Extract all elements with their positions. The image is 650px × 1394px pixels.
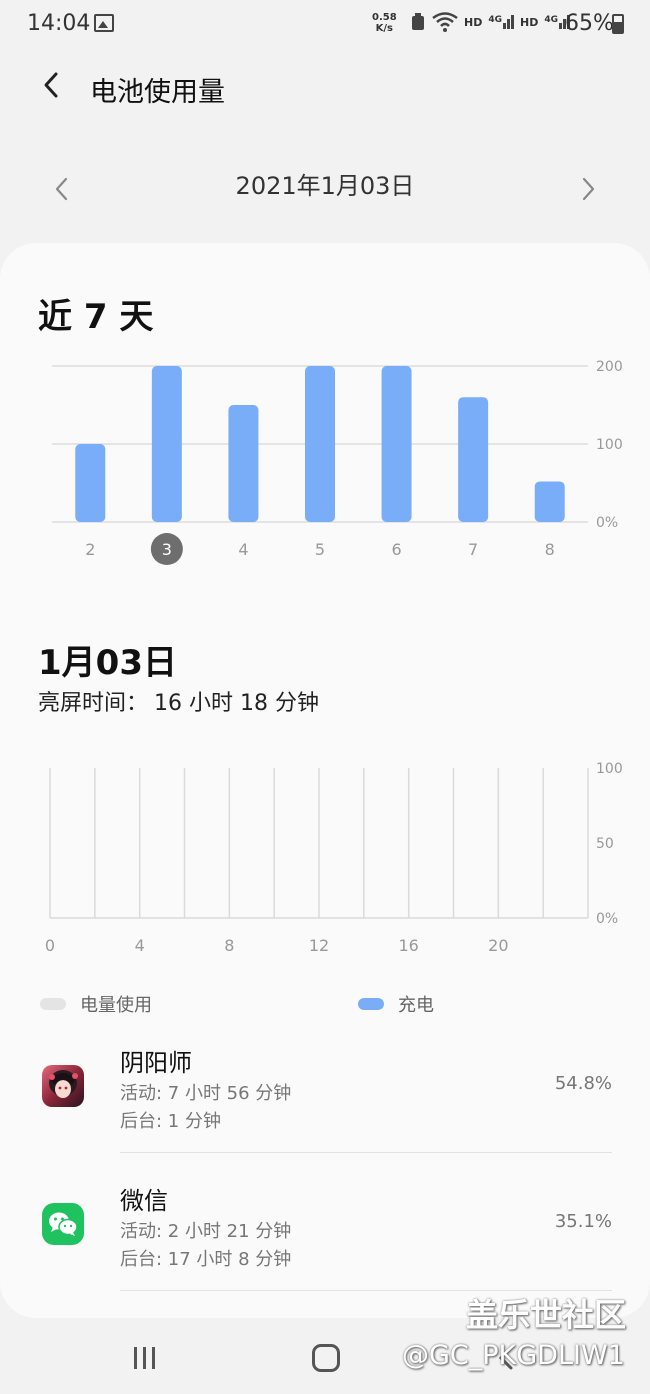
x-tick-label: 4 [135,936,145,955]
y-tick-label: 100 [596,761,623,777]
x-tick-label: 4 [238,540,248,559]
legend-usage: 电量使用 [40,991,152,1017]
onmyoji-app-icon [42,1065,84,1107]
bar [534,481,565,522]
recycle-icon [412,13,424,30]
page-title: 电池使用量 [90,77,225,108]
app-background-time: 后台: 1 分钟 [120,1111,221,1132]
weekly-usage-chart: 0% 100 200 2 3 4 5 6 7 8 [52,359,623,565]
bar [381,366,412,522]
signal-bar-icon [559,23,562,29]
recent-apps-icon[interactable] [132,1346,158,1370]
charging-swatch [358,998,384,1010]
x-tick-label: 5 [315,540,325,559]
watermark-community: 盖乐世社区 [466,1296,627,1334]
next-day-chevron-icon[interactable] [576,174,600,204]
usage-swatch [40,998,66,1010]
watermark-user: @GC_PKGDLIW1 [402,1340,625,1371]
screen-time-label: 亮屏时间： [38,691,149,716]
x-tick-label: 3 [162,540,172,559]
app-usage-percent: 54.8% [554,1073,612,1094]
legend-usage-label: 电量使用 [80,995,152,1016]
app-usage-row[interactable]: 阴阳师 活动: 7 小时 56 分钟 后台: 1 分钟 54.8% [0,1043,650,1181]
wifi-icon [432,12,458,32]
x-tick-label: 12 [309,936,329,955]
signal-1: 4G [488,15,514,29]
day-section-title: 1月03日 [38,643,177,683]
bar [305,366,335,522]
network-speed: 0.58 K/s [372,12,397,34]
app-background-time: 后台: 17 小时 8 分钟 [120,1249,292,1270]
bar [458,397,489,522]
status-bar: 14:04 0.58 K/s HD 4G HD 4G 65% [0,0,650,50]
x-tick-label: 0 [45,936,55,955]
row-divider [120,1152,612,1153]
status-icons: HD 4G HD 4G [410,12,570,32]
app-name: 阴阳师 [120,1049,192,1077]
weekly-section-title: 近 7 天 [38,297,154,337]
app-active-time: 活动: 7 小时 56 分钟 [120,1083,292,1104]
signal-bar-icon [507,19,510,29]
signal-bar-icon [503,23,506,29]
screen-on-time: 亮屏时间： 16 小时 18 分钟 [38,685,319,717]
y-tick-label: 200 [596,359,623,375]
y-tick-label: 100 [596,437,623,453]
status-time: 14:04 [27,11,91,36]
y-tick-label: 50 [596,836,614,852]
y-tick-label: 0% [596,515,618,531]
battery-icon [612,14,624,34]
wechat-app-icon [42,1203,84,1245]
bar [151,366,182,522]
bar [228,405,259,522]
selected-date: 2021年1月03日 [235,172,415,200]
legend-charging-label: 充电 [398,995,434,1016]
x-tick-label: 8 [545,540,555,559]
x-tick-label: 16 [398,936,418,955]
app-active-time: 活动: 2 小时 21 分钟 [120,1221,292,1242]
battery-percent: 65% [565,11,614,36]
y-tick-label: 0% [596,911,618,927]
back-arrow-icon[interactable] [38,70,68,100]
x-tick-label: 20 [488,936,508,955]
app-name: 微信 [120,1187,168,1215]
legend-charging: 充电 [358,991,434,1017]
screen-time-value: 16 小时 18 分钟 [154,691,319,716]
x-tick-label: 8 [224,936,234,955]
gallery-notification-icon [94,14,114,32]
x-tick-label: 2 [85,540,95,559]
bar [75,444,106,522]
app-usage-percent: 35.1% [554,1211,612,1232]
home-icon[interactable] [312,1344,340,1372]
battery-usage-card: 近 7 天 0% 100 200 2 3 4 5 6 7 8 1月03日 亮屏时间： 16 小时 … [0,243,650,1318]
hourly-usage-chart: 0% 50 100 0 4 8 12 16 20 [45,761,623,955]
signal-bar-icon [511,15,514,29]
x-tick-label: 6 [391,540,401,559]
x-tick-label: 7 [468,540,478,559]
